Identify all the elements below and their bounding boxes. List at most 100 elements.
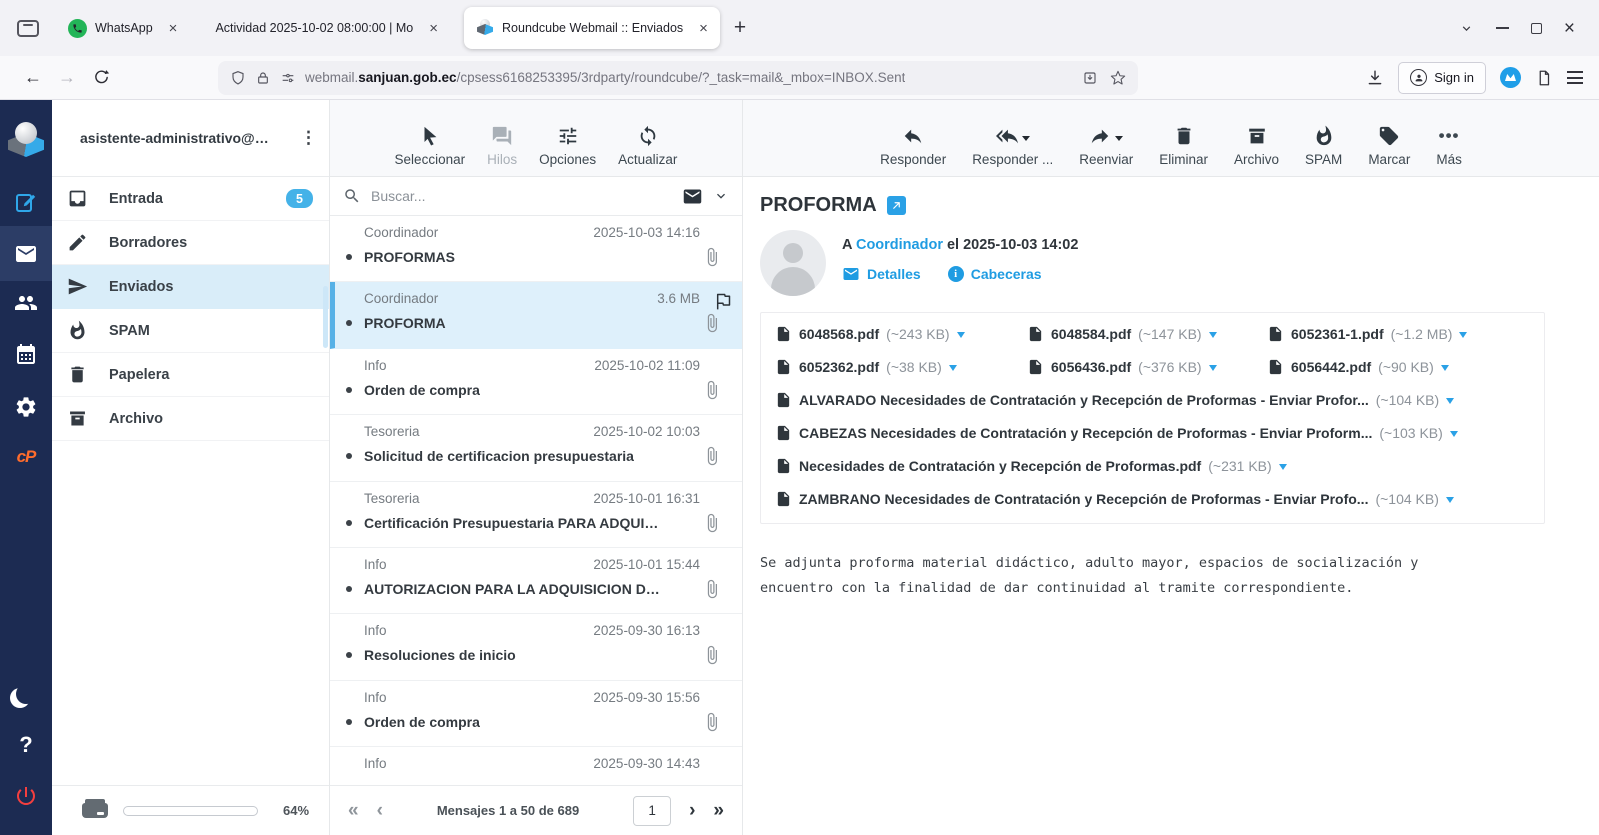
shield-icon[interactable] bbox=[230, 70, 246, 86]
attachment-item[interactable]: ZAMBRANO Necesidades de Contratación y R… bbox=[775, 490, 1530, 508]
recipient-link[interactable]: Coordinador bbox=[856, 237, 943, 253]
attachment-menu-caret-icon[interactable] bbox=[1459, 332, 1467, 342]
first-page-button[interactable]: « bbox=[348, 801, 359, 820]
account-menu-kebab-icon[interactable]: ⋮ bbox=[300, 128, 317, 148]
attachment-menu-caret-icon[interactable] bbox=[1446, 497, 1454, 507]
menu-hamburger-icon[interactable] bbox=[1567, 71, 1583, 84]
scope-envelope-icon[interactable] bbox=[682, 186, 703, 207]
threads-button[interactable]: Hilos bbox=[487, 125, 517, 167]
logout-button[interactable] bbox=[0, 784, 52, 808]
tab-roundcube[interactable]: Roundcube Webmail :: Enviados × bbox=[464, 7, 720, 49]
select-button[interactable]: Seleccionar bbox=[395, 125, 466, 167]
attachment-menu-caret-icon[interactable] bbox=[1446, 398, 1454, 408]
dropdown-caret-icon[interactable] bbox=[1022, 136, 1030, 145]
calendar-nav-button[interactable] bbox=[0, 343, 52, 367]
message-list-item[interactable]: Info2025-10-02 11:09 Orden de compra bbox=[330, 349, 742, 415]
attachment-menu-caret-icon[interactable] bbox=[1441, 365, 1449, 375]
page-number-input[interactable]: 1 bbox=[633, 796, 671, 826]
minimize-button[interactable] bbox=[1496, 27, 1509, 29]
compose-button[interactable] bbox=[0, 190, 52, 214]
message-list-item[interactable]: Info2025-09-30 14:43 bbox=[330, 747, 742, 785]
spam-button[interactable]: SPAM bbox=[1305, 125, 1342, 167]
attachment-item[interactable]: 6056442.pdf(~90 KB) bbox=[1267, 358, 1530, 376]
next-page-button[interactable]: › bbox=[689, 801, 695, 820]
tab-actividad[interactable]: Actividad 2025-10-02 08:00:00 | Mo × bbox=[203, 7, 450, 49]
forward-button[interactable]: → bbox=[50, 62, 84, 94]
attachment-menu-caret-icon[interactable] bbox=[1209, 365, 1217, 375]
message-list-item[interactable]: Info2025-10-01 15:44 AUTORIZACION PARA L… bbox=[330, 548, 742, 614]
mark-button[interactable]: Marcar bbox=[1368, 125, 1410, 167]
settings-nav-button[interactable] bbox=[0, 395, 52, 419]
attachment-item[interactable]: 6052361-1.pdf(~1.2 MB) bbox=[1267, 325, 1530, 343]
close-window-button[interactable]: × bbox=[1564, 19, 1575, 38]
url-bar[interactable]: webmail.sanjuan.gob.ec/cpsess6168253395/… bbox=[218, 61, 1138, 95]
folder-scrollbar-thumb[interactable] bbox=[323, 286, 328, 348]
attachment-item[interactable]: 6052362.pdf(~38 KB) bbox=[775, 358, 1027, 376]
account-header[interactable]: asistente-administrativo@… ⋮ bbox=[52, 100, 329, 177]
bookmark-star-icon[interactable] bbox=[1110, 70, 1126, 86]
permissions-icon[interactable] bbox=[280, 70, 296, 86]
delete-button[interactable]: Eliminar bbox=[1159, 125, 1208, 167]
attachment-menu-caret-icon[interactable] bbox=[1450, 431, 1458, 441]
prev-page-button[interactable]: ‹ bbox=[377, 801, 383, 820]
last-page-button[interactable]: » bbox=[713, 801, 724, 820]
folder-enviados[interactable]: Enviados bbox=[52, 265, 329, 309]
options-button[interactable]: Opciones bbox=[539, 125, 596, 167]
tab-whatsapp[interactable]: WhatsApp × bbox=[56, 7, 189, 49]
search-options-chevron-icon[interactable] bbox=[713, 188, 729, 204]
tab-close-icon[interactable]: × bbox=[699, 21, 708, 36]
folder-borradores[interactable]: Borradores bbox=[52, 221, 329, 265]
attachment-menu-caret-icon[interactable] bbox=[949, 365, 957, 375]
help-button[interactable]: ? bbox=[0, 732, 52, 758]
folder-papelera[interactable]: Papelera bbox=[52, 353, 329, 397]
firefox-view-button[interactable] bbox=[10, 13, 46, 43]
details-toggle[interactable]: Detalles bbox=[842, 265, 921, 283]
cpanel-button[interactable]: cP bbox=[0, 447, 52, 467]
new-tab-button[interactable]: + bbox=[734, 16, 746, 40]
forward-button[interactable]: Reenviar bbox=[1079, 125, 1133, 167]
folder-entrada[interactable]: Entrada 5 bbox=[52, 177, 329, 221]
archive-button[interactable]: Archivo bbox=[1234, 125, 1279, 167]
tab-close-icon[interactable]: × bbox=[429, 21, 438, 36]
message-list-item-selected[interactable]: Coordinador3.6 MB PROFORMA bbox=[330, 282, 742, 348]
message-list-item[interactable]: Tesoreria2025-10-02 10:03 Solicitud de c… bbox=[330, 415, 742, 481]
message-list-item[interactable]: Info2025-09-30 15:56 Orden de compra bbox=[330, 681, 742, 747]
refresh-button[interactable]: Actualizar bbox=[618, 125, 677, 167]
message-list-item[interactable]: Info2025-09-30 16:13 Resoluciones de ini… bbox=[330, 614, 742, 680]
lock-icon[interactable] bbox=[255, 70, 271, 86]
attachment-item[interactable]: 6048568.pdf(~243 KB) bbox=[775, 325, 1027, 343]
sign-in-button[interactable]: Sign in bbox=[1398, 62, 1486, 94]
attachment-item[interactable]: CABEZAS Necesidades de Contratación y Re… bbox=[775, 424, 1530, 442]
reply-button[interactable]: Responder bbox=[880, 125, 946, 167]
attachment-item[interactable]: Necesidades de Contratación y Recepción … bbox=[775, 457, 1530, 475]
save-page-icon[interactable] bbox=[1082, 70, 1098, 86]
reply-all-button[interactable]: Responder ... bbox=[972, 125, 1053, 167]
message-list-item[interactable]: Coordinador2025-10-03 14:16 PROFORMAS bbox=[330, 216, 742, 282]
list-all-tabs-icon[interactable] bbox=[1459, 21, 1474, 36]
attachment-item[interactable]: 6056436.pdf(~376 KB) bbox=[1027, 358, 1267, 376]
folder-archivo[interactable]: Archivo bbox=[52, 397, 329, 441]
search-input[interactable] bbox=[371, 188, 672, 204]
extension-icon-page[interactable] bbox=[1535, 69, 1553, 87]
folder-spam[interactable]: SPAM bbox=[52, 309, 329, 353]
back-button[interactable]: ← bbox=[16, 62, 50, 94]
headers-toggle[interactable]: i Cabeceras bbox=[948, 266, 1042, 282]
dropdown-caret-icon[interactable] bbox=[1115, 136, 1123, 145]
attachment-item[interactable]: ALVARADO Necesidades de Contratación y R… bbox=[775, 391, 1530, 409]
message-list-item[interactable]: Tesoreria2025-10-01 16:31 Certificación … bbox=[330, 482, 742, 548]
attachment-menu-caret-icon[interactable] bbox=[1279, 464, 1287, 474]
more-button[interactable]: ••• Más bbox=[1436, 125, 1462, 167]
mail-nav-button[interactable] bbox=[0, 226, 52, 281]
contacts-nav-button[interactable] bbox=[0, 291, 52, 315]
downloads-icon[interactable] bbox=[1366, 69, 1384, 87]
extension-icon-blue[interactable] bbox=[1500, 67, 1521, 88]
attachment-menu-caret-icon[interactable] bbox=[1209, 332, 1217, 342]
roundcube-logo[interactable] bbox=[0, 121, 52, 161]
attachment-item[interactable]: 6048584.pdf(~147 KB) bbox=[1027, 325, 1267, 343]
tab-close-icon[interactable]: × bbox=[169, 21, 178, 36]
reload-button[interactable] bbox=[84, 62, 118, 94]
open-in-new-window-button[interactable] bbox=[887, 196, 906, 215]
attachment-menu-caret-icon[interactable] bbox=[957, 332, 965, 342]
dark-mode-button[interactable] bbox=[0, 684, 52, 704]
restore-button[interactable] bbox=[1531, 23, 1542, 34]
